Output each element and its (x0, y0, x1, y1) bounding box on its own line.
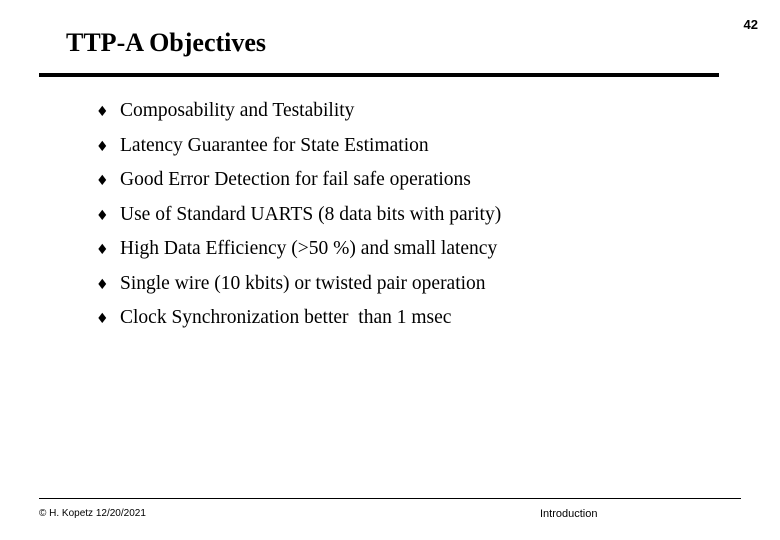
slide-canvas: 42 TTP-A Objectives ♦ Composability and … (0, 0, 780, 540)
list-item: ♦ Single wire (10 kbits) or twisted pair… (96, 273, 716, 308)
list-item-label: Use of Standard UARTS (8 data bits with … (120, 203, 502, 225)
diamond-bullet-icon: ♦ (96, 104, 109, 120)
list-item: ♦ Latency Guarantee for State Estimation (96, 135, 716, 170)
list-item: ♦ High Data Efficiency (>50 %) and small… (96, 238, 716, 273)
diamond-bullet-icon: ♦ (96, 207, 109, 224)
list-item-label: Composability and Testability (120, 100, 355, 121)
list-item: ♦ Composability and Testability (96, 100, 716, 135)
diamond-bullet-icon: ♦ (96, 242, 109, 258)
list-item-label: High Data Efficiency (>50 %) and small l… (120, 238, 498, 259)
diamond-bullet-icon: ♦ (96, 276, 109, 293)
diamond-bullet-icon: ♦ (96, 311, 109, 327)
list-item: ♦ Use of Standard UARTS (8 data bits wit… (96, 204, 716, 239)
title-divider (39, 73, 719, 77)
list-item-label: Latency Guarantee for State Estimation (120, 134, 429, 156)
list-item: ♦ Clock Synchronization better than 1 ms… (96, 307, 716, 342)
footer-section-label: Introduction (540, 508, 598, 520)
list-item-label: Good Error Detection for fail safe opera… (120, 169, 471, 190)
page-number: 42 (743, 17, 758, 32)
list-item-label: Clock Synchronization better than 1 msec (120, 307, 452, 328)
list-item: ♦ Good Error Detection for fail safe ope… (96, 169, 716, 204)
list-item-label: Single wire (10 kbits) or twisted pair o… (120, 272, 486, 294)
footer-copyright: © H. Kopetz 12/20/2021 (39, 508, 146, 519)
bullet-list: ♦ Composability and Testability ♦ Latenc… (96, 100, 716, 342)
footer-divider (39, 498, 741, 499)
page-title: TTP-A Objectives (66, 28, 267, 57)
diamond-bullet-icon: ♦ (96, 138, 109, 155)
diamond-bullet-icon: ♦ (96, 173, 109, 189)
